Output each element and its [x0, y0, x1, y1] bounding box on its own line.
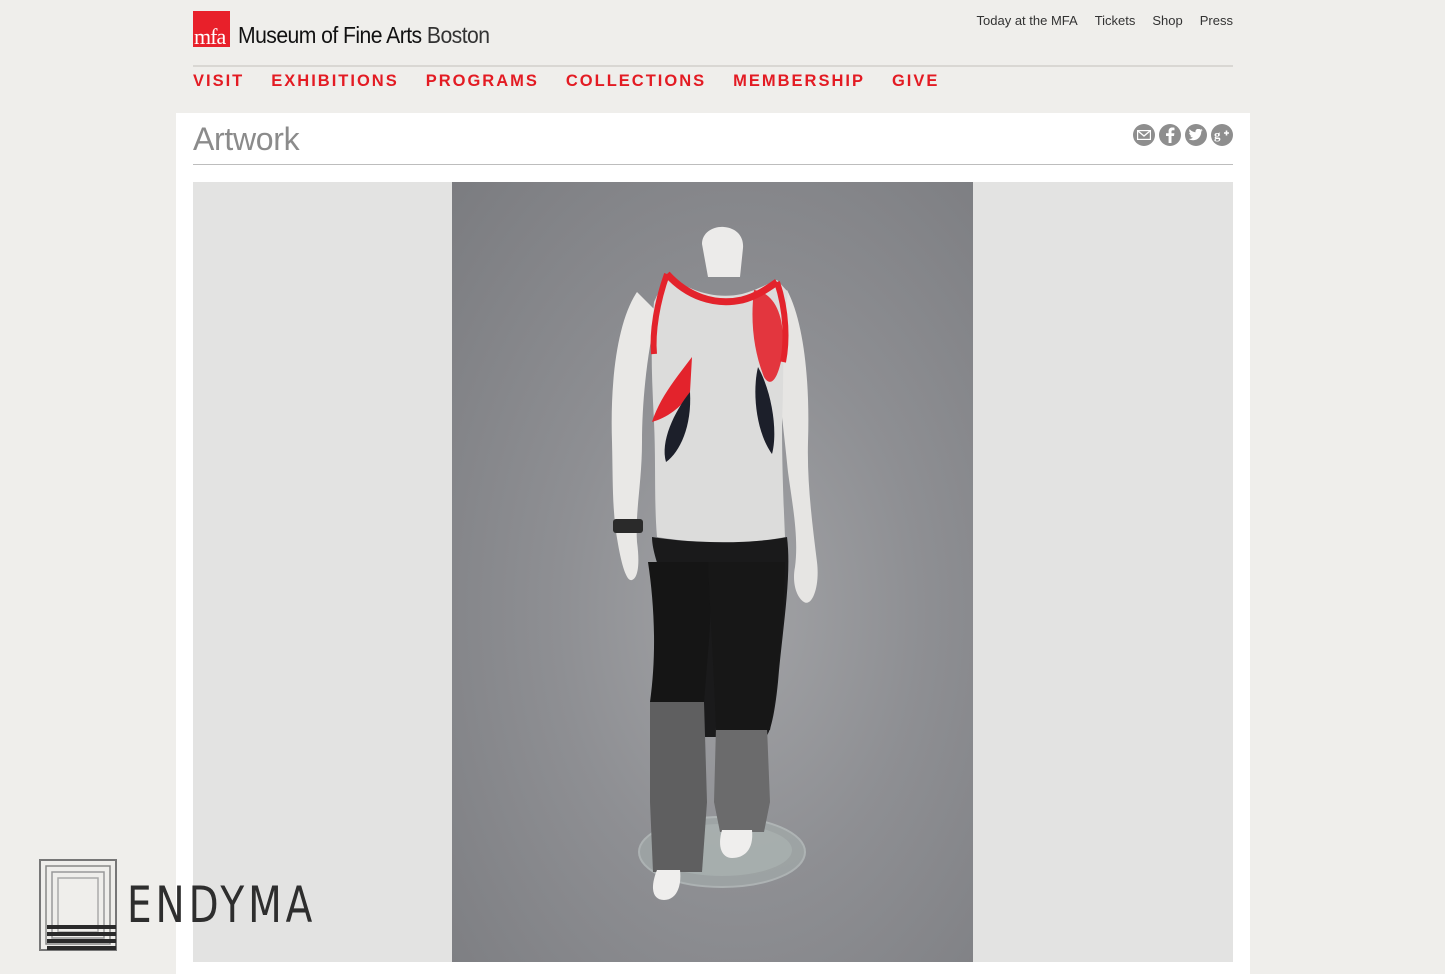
nav-membership[interactable]: MEMBERSHIP [733, 72, 865, 91]
artwork-image-frame [193, 182, 1233, 962]
google-plus-icon[interactable]: g [1211, 124, 1233, 146]
content-panel: Artwork g [176, 113, 1250, 974]
page: mfa Museum of Fine Arts Boston Today at … [0, 0, 1445, 974]
util-link-press[interactable]: Press [1200, 13, 1233, 28]
logo-city: Boston [426, 22, 490, 48]
header-divider [193, 65, 1233, 67]
site-logo[interactable]: mfa Museum of Fine Arts Boston [193, 9, 511, 47]
logo-title: Museum of Fine Arts [238, 22, 422, 48]
nav-programs[interactable]: PROGRAMS [426, 72, 539, 91]
endyma-logo-icon [39, 859, 117, 951]
logo-mark-text: mfa [194, 24, 226, 47]
util-link-shop[interactable]: Shop [1152, 13, 1182, 28]
logo-wordmark: Museum of Fine Arts Boston [238, 22, 490, 48]
nav-give[interactable]: GIVE [892, 72, 939, 91]
email-icon[interactable] [1133, 124, 1155, 146]
facebook-icon[interactable] [1159, 124, 1181, 146]
share-bar: g [1133, 124, 1233, 146]
util-link-today[interactable]: Today at the MFA [977, 13, 1078, 28]
title-divider [193, 164, 1233, 165]
svg-text:g: g [1214, 128, 1221, 142]
nav-collections[interactable]: COLLECTIONS [566, 72, 706, 91]
watermark-text: ENDYMA [127, 876, 317, 934]
main-nav: VISIT EXHIBITIONS PROGRAMS COLLECTIONS M… [193, 72, 939, 91]
mfa-logo-mark: mfa [193, 11, 230, 47]
page-title: Artwork [193, 121, 300, 157]
artwork-photo[interactable] [452, 182, 973, 962]
twitter-icon[interactable] [1185, 124, 1207, 146]
endyma-watermark: ENDYMA [39, 859, 370, 951]
util-link-tickets[interactable]: Tickets [1095, 13, 1136, 28]
mannequin-illustration [611, 226, 818, 900]
utility-nav: Today at the MFA Tickets Shop Press [977, 13, 1233, 28]
nav-visit[interactable]: VISIT [193, 72, 244, 91]
nav-exhibitions[interactable]: EXHIBITIONS [271, 72, 398, 91]
